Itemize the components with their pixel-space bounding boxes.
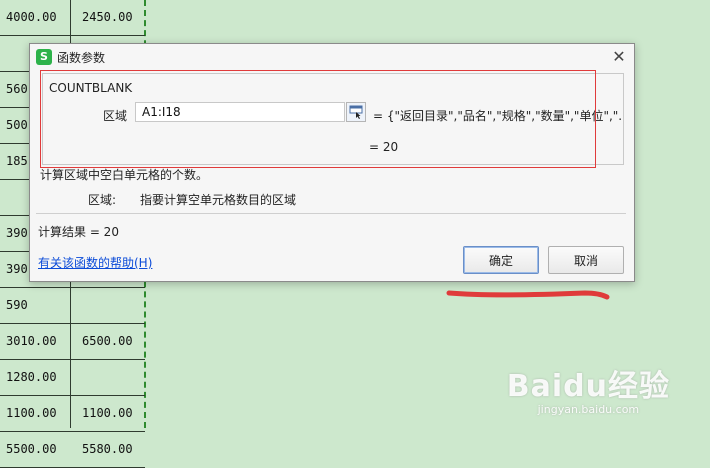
function-description: 计算区域中空白单元格的个数。	[40, 168, 209, 182]
table-cell[interactable]	[82, 287, 142, 323]
ok-button[interactable]: 确定	[463, 246, 539, 274]
table-cell[interactable]: 1100.00	[82, 395, 142, 431]
table-cell[interactable]	[82, 359, 142, 395]
table-row: 5500.00 5580.00	[0, 431, 145, 468]
range-select-icon	[349, 105, 363, 119]
param-help-description: 指要计算空单元格数目的区域	[140, 193, 297, 207]
table-row: 3010.00 6500.00	[0, 323, 145, 360]
close-icon[interactable]: ✕	[608, 46, 630, 68]
function-name: COUNTBLANK	[49, 81, 133, 95]
table-row: 1100.00 1100.00	[0, 395, 145, 432]
table-cell[interactable]: 5580.00	[82, 431, 142, 467]
table-cell[interactable]: 1100.00	[6, 395, 68, 431]
dialog-titlebar[interactable]: S 函数参数 ✕	[30, 44, 634, 70]
table-cell[interactable]: 3010.00	[6, 323, 68, 359]
param-help-name: 区域:	[88, 193, 117, 207]
table-cell[interactable]: 6500.00	[82, 323, 142, 359]
range-picker-button[interactable]	[346, 102, 366, 122]
function-help-link[interactable]: 有关该函数的帮助(H)	[38, 254, 152, 271]
param-label: 区域	[103, 109, 128, 123]
table-cell[interactable]: 1280.00	[6, 359, 68, 395]
red-annotation-underline	[446, 290, 610, 300]
inline-result: = 20	[369, 140, 399, 154]
table-cell[interactable]: 590	[6, 287, 68, 323]
function-arguments-dialog: S 函数参数 ✕ COUNTBLANK 区域 = {"返回目录","品名","规…	[29, 43, 635, 282]
table-cell[interactable]: 5500.00	[6, 431, 68, 467]
divider	[36, 213, 626, 214]
calculation-result: 计算结果 = 20	[38, 225, 119, 239]
app-logo-icon: S	[36, 49, 52, 65]
table-row: 4000.00 2450.00	[0, 0, 145, 36]
param-value-preview: = {"返回目录","品名","规格","数量","单位","...	[373, 109, 621, 123]
watermark: Baidu经验 jingyan.baidu.com	[507, 361, 670, 416]
dialog-title: 函数参数	[57, 51, 106, 65]
arguments-group: COUNTBLANK 区域 = {"返回目录","品名","规格","数量","…	[42, 73, 624, 165]
cancel-button[interactable]: 取消	[548, 246, 624, 274]
table-cell[interactable]: 4000.00	[6, 0, 68, 35]
table-cell[interactable]: 2450.00	[82, 0, 142, 35]
watermark-logo: Baidu经验	[506, 369, 670, 404]
table-row: 1280.00	[0, 359, 145, 396]
table-row: 590	[0, 287, 145, 324]
range-input[interactable]	[135, 102, 345, 122]
